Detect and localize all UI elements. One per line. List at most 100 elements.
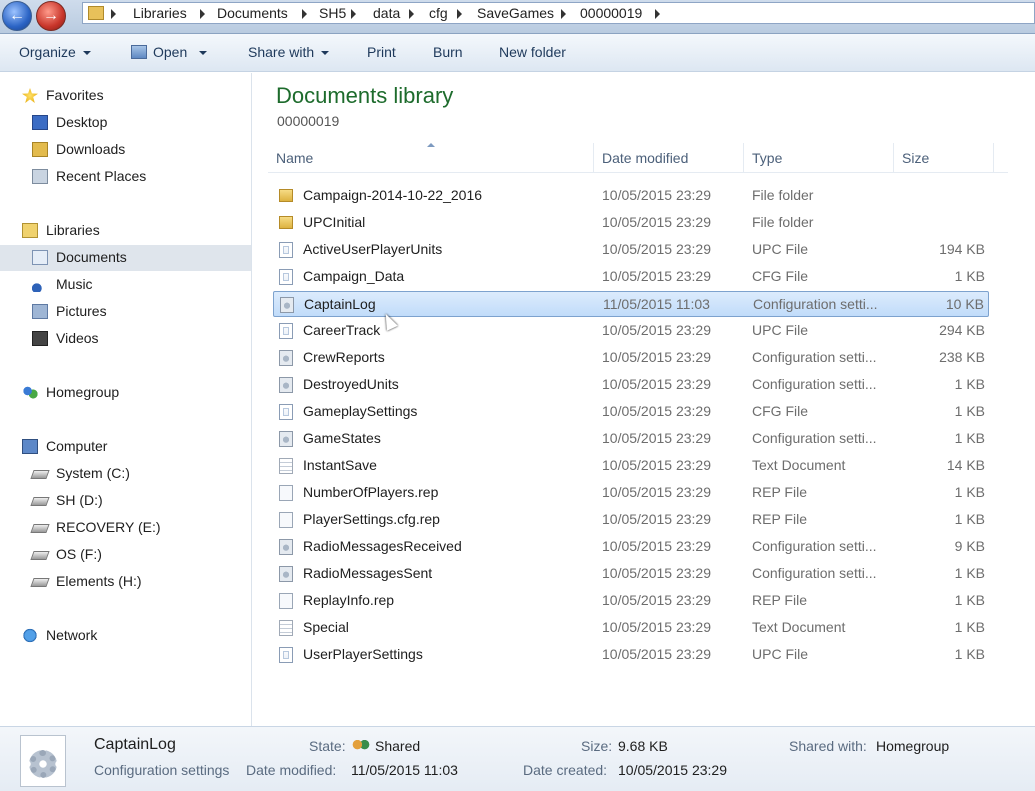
file-date-modified: 10/05/2015 23:29 [602, 349, 711, 365]
nav-item-network[interactable]: Network [0, 623, 251, 649]
nav-label: OS (F:) [56, 546, 102, 562]
nav-item-pictures[interactable]: Pictures [0, 299, 251, 325]
drive-icon [30, 470, 50, 479]
nav-label: SH (D:) [56, 492, 103, 508]
drive-icon [30, 578, 50, 587]
file-row[interactable]: Campaign-2014-10-22_2016 10/05/2015 23:29… [273, 183, 989, 209]
nav-item-desktop[interactable]: Desktop [0, 110, 251, 136]
nav-label: Homegroup [46, 384, 120, 400]
details-file-type: Configuration settings [94, 762, 230, 778]
breadcrumb-item[interactable]: 00000019 [580, 5, 642, 21]
file-row[interactable]: CaptainLog 11/05/2015 11:03 Configuration … [273, 291, 989, 317]
column-header-size[interactable]: Size [894, 143, 994, 173]
file-row[interactable]: RadioMessagesSent 10/05/2015 23:29 Configu… [273, 561, 989, 587]
file-size: 1 KB [954, 592, 985, 608]
file-size: 238 KB [939, 349, 985, 365]
file-row[interactable]: RadioMessagesReceived 10/05/2015 23:29 Con… [273, 534, 989, 560]
breadcrumb-item[interactable]: Documents [217, 5, 288, 21]
file-row[interactable]: GameStates 10/05/2015 23:29 Configuration … [273, 426, 989, 452]
config-file-icon [279, 539, 293, 555]
file-type: Configuration setti... [752, 538, 877, 554]
shared-icon [352, 739, 370, 753]
file-row[interactable]: Special 10/05/2015 23:29 Text Document 1 KB [273, 615, 989, 641]
column-header-type[interactable]: Type [744, 143, 894, 173]
file-row[interactable]: UserPlayerSettings 10/05/2015 23:29 UPC Fi… [273, 642, 989, 668]
config-file-icon [279, 566, 293, 582]
nav-item-videos[interactable]: Videos [0, 326, 251, 352]
file-date-modified: 10/05/2015 23:29 [602, 592, 711, 608]
organize-button[interactable]: Organize [19, 44, 91, 60]
address-bar: ← → Libraries Documents SH5 data cfg Sav… [0, 0, 1035, 34]
nav-item-drive-f[interactable]: OS (F:) [0, 542, 251, 568]
file-name: RadioMessagesSent [303, 565, 433, 581]
command-bar: Organize Open Share with Print Burn New … [0, 34, 1035, 72]
file-row[interactable]: PlayerSettings.cfg.rep 10/05/2015 23:29 RE… [273, 507, 989, 533]
file-thumbnail [20, 735, 66, 787]
back-button[interactable]: ← [2, 1, 32, 31]
breadcrumb[interactable]: Libraries Documents SH5 data cfg SaveGam… [82, 2, 1035, 24]
details-pane: CaptainLog Configuration settings State:… [0, 726, 1035, 791]
file-row[interactable]: GameplaySettings 10/05/2015 23:29 CFG File… [273, 399, 989, 425]
breadcrumb-item[interactable]: data [373, 5, 400, 21]
chevron-right-icon[interactable] [351, 9, 356, 19]
print-button[interactable]: Print [367, 44, 396, 60]
breadcrumb-item[interactable]: Libraries [133, 5, 187, 21]
file-type: UPC File [752, 322, 809, 338]
nav-item-music[interactable]: Music [0, 272, 251, 298]
chevron-right-icon[interactable] [302, 9, 307, 19]
nav-item-favorites[interactable]: Favorites [0, 83, 251, 109]
file-row[interactable]: CareerTrack 10/05/2015 23:29 UPC File 294 K… [273, 318, 989, 344]
file-row[interactable]: ReplayInfo.rep 10/05/2015 23:29 REP File 1 … [273, 588, 989, 614]
nav-label: Favorites [46, 87, 104, 103]
upc-file-icon [279, 242, 293, 258]
share-with-button[interactable]: Share with [248, 44, 330, 60]
open-button[interactable]: Open [131, 44, 208, 60]
file-size: 1 KB [954, 511, 985, 527]
forward-button[interactable]: → [36, 1, 66, 31]
upc-file-icon [279, 404, 293, 420]
file-row[interactable]: InstantSave 10/05/2015 23:29 Text Document… [273, 453, 989, 479]
nav-item-drive-c[interactable]: System (C:) [0, 461, 251, 487]
file-row[interactable]: DestroyedUnits 10/05/2015 23:29 Configurat… [273, 372, 989, 398]
file-row[interactable]: UPCInitial 10/05/2015 23:29 File folder [273, 210, 989, 236]
file-type: Configuration setti... [752, 565, 877, 581]
file-type: Configuration setti... [753, 296, 878, 312]
chevron-right-icon[interactable] [409, 9, 414, 19]
file-type: Configuration setti... [752, 430, 877, 446]
file-row[interactable]: CrewReports 10/05/2015 23:29 Configuration… [273, 345, 989, 371]
file-row[interactable]: NumberOfPlayers.rep 10/05/2015 23:29 REP F… [273, 480, 989, 506]
nav-item-computer[interactable]: Computer [0, 434, 251, 460]
nav-item-drive-e[interactable]: RECOVERY (E:) [0, 515, 251, 541]
file-name: UPCInitial [303, 214, 366, 230]
column-header-name[interactable]: Name [268, 143, 594, 173]
nav-item-libraries[interactable]: Libraries [0, 218, 251, 244]
chevron-right-icon[interactable] [111, 9, 116, 19]
nav-item-drive-h[interactable]: Elements (H:) [0, 569, 251, 595]
file-row[interactable]: ActiveUserPlayerUnits 10/05/2015 23:29 UPC… [273, 237, 989, 263]
file-row[interactable]: Campaign_Data 10/05/2015 23:29 CFG File 1 K… [273, 264, 989, 290]
breadcrumb-item[interactable]: SH5 [319, 5, 346, 21]
nav-item-homegroup[interactable]: Homegroup [0, 380, 251, 406]
chevron-right-icon[interactable] [655, 9, 660, 19]
details-shared-label: Shared with: [789, 738, 867, 754]
burn-button[interactable]: Burn [433, 44, 463, 60]
breadcrumb-item[interactable]: cfg [429, 5, 448, 21]
nav-item-downloads[interactable]: Downloads [0, 137, 251, 163]
nav-item-drive-d[interactable]: SH (D:) [0, 488, 251, 514]
column-header-date-modified[interactable]: Date modified [594, 143, 744, 173]
file-name: GameplaySettings [303, 403, 418, 419]
file-size: 194 KB [939, 241, 985, 257]
nav-label: Documents [56, 249, 127, 265]
breadcrumb-item[interactable]: SaveGames [477, 5, 554, 21]
nav-label: Desktop [56, 114, 108, 130]
file-type: CFG File [752, 403, 808, 419]
page-subtitle: 00000019 [277, 113, 340, 129]
new-folder-button[interactable]: New folder [499, 44, 566, 60]
file-date-modified: 10/05/2015 23:29 [602, 376, 711, 392]
nav-label: Pictures [56, 303, 107, 319]
chevron-right-icon[interactable] [561, 9, 566, 19]
chevron-right-icon[interactable] [457, 9, 462, 19]
nav-item-documents[interactable]: Documents [0, 245, 251, 271]
nav-item-recent-places[interactable]: Recent Places [0, 164, 251, 190]
chevron-right-icon[interactable] [200, 9, 205, 19]
